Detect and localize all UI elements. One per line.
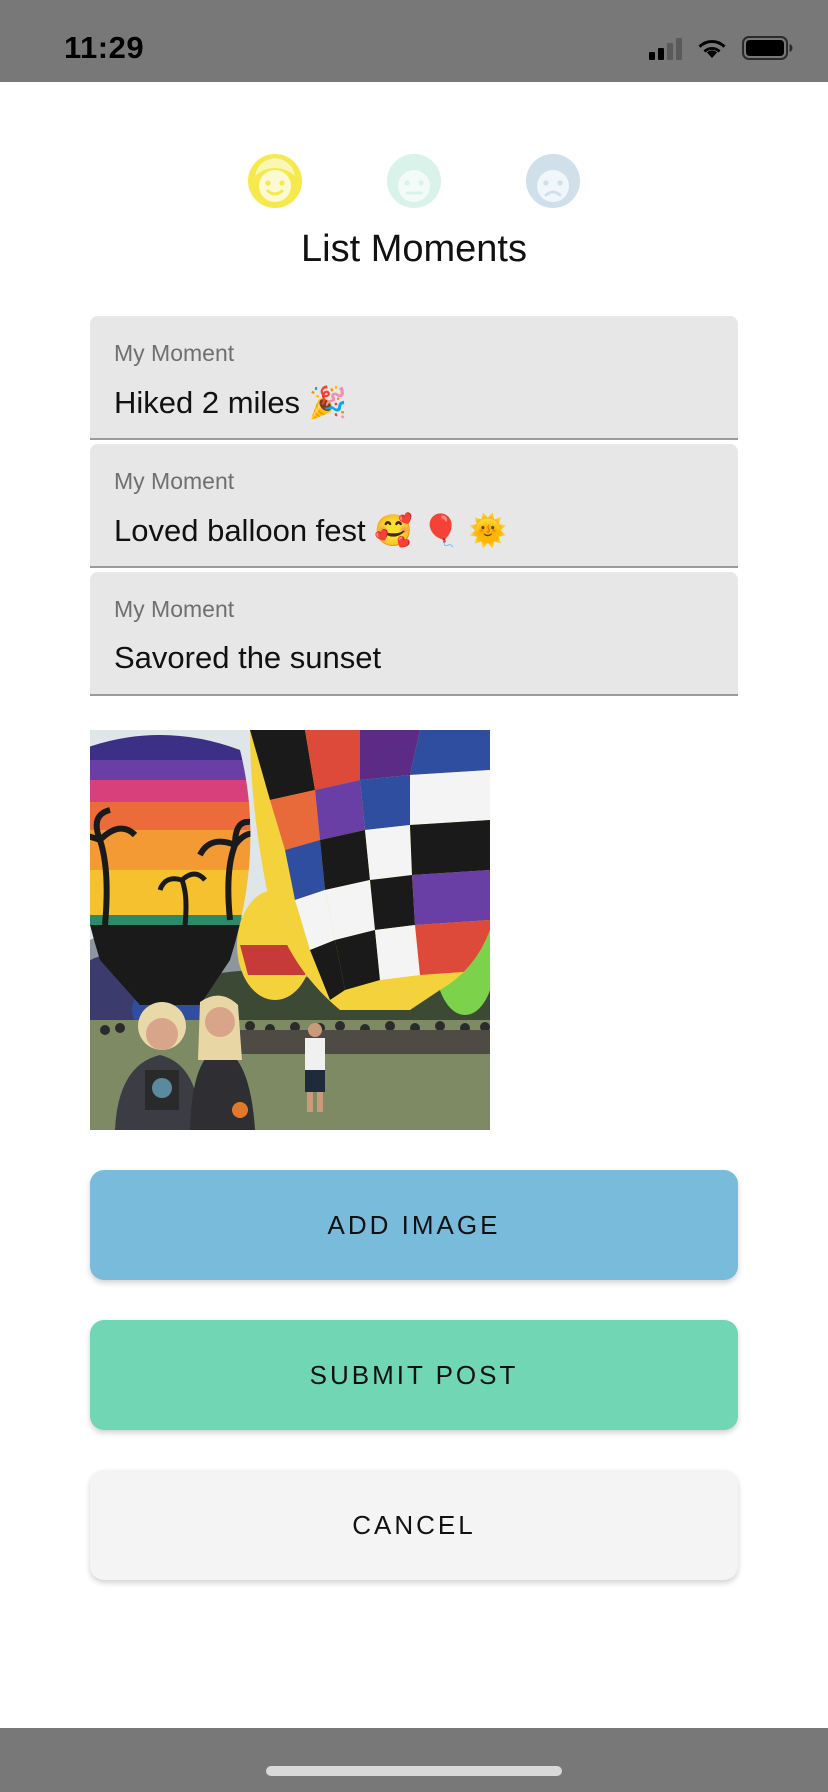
mood-selector xyxy=(246,152,582,212)
neutral-face-icon[interactable] xyxy=(385,152,443,210)
app-screen: 11:29 List Moments My Moment Hiked 2 mil… xyxy=(0,0,828,1792)
moment-field-value[interactable]: Hiked 2 miles 🎉 xyxy=(114,384,347,421)
moment-field-label: My Moment xyxy=(114,596,235,622)
moment-field[interactable]: My Moment Savored the sunset xyxy=(90,572,738,696)
moment-photo xyxy=(90,730,490,1130)
moment-field-label: My Moment xyxy=(114,468,235,494)
wifi-icon xyxy=(696,36,728,60)
moment-field-label: My Moment xyxy=(114,340,235,366)
moment-field[interactable]: My Moment Hiked 2 miles 🎉 xyxy=(90,316,738,440)
cancel-button[interactable]: CANCEL xyxy=(90,1470,738,1580)
cellular-signal-icon xyxy=(649,36,682,60)
home-indicator[interactable] xyxy=(266,1766,562,1776)
status-icons xyxy=(649,36,794,60)
page-title: List Moments xyxy=(301,228,527,270)
add-image-button[interactable]: ADD IMAGE xyxy=(90,1170,738,1280)
battery-icon xyxy=(742,36,794,60)
bottom-bar xyxy=(0,1728,828,1792)
sad-face-icon[interactable] xyxy=(524,152,582,210)
moment-field[interactable]: My Moment Loved balloon fest 🥰 🎈 🌞 xyxy=(90,444,738,568)
moment-field-value[interactable]: Loved balloon fest 🥰 🎈 🌞 xyxy=(114,512,507,549)
happy-face-icon[interactable] xyxy=(246,152,304,210)
status-bar: 11:29 xyxy=(0,0,828,82)
submit-post-button[interactable]: SUBMIT POST xyxy=(90,1320,738,1430)
status-time: 11:29 xyxy=(64,30,145,65)
moment-field-value[interactable]: Savored the sunset xyxy=(114,640,381,676)
